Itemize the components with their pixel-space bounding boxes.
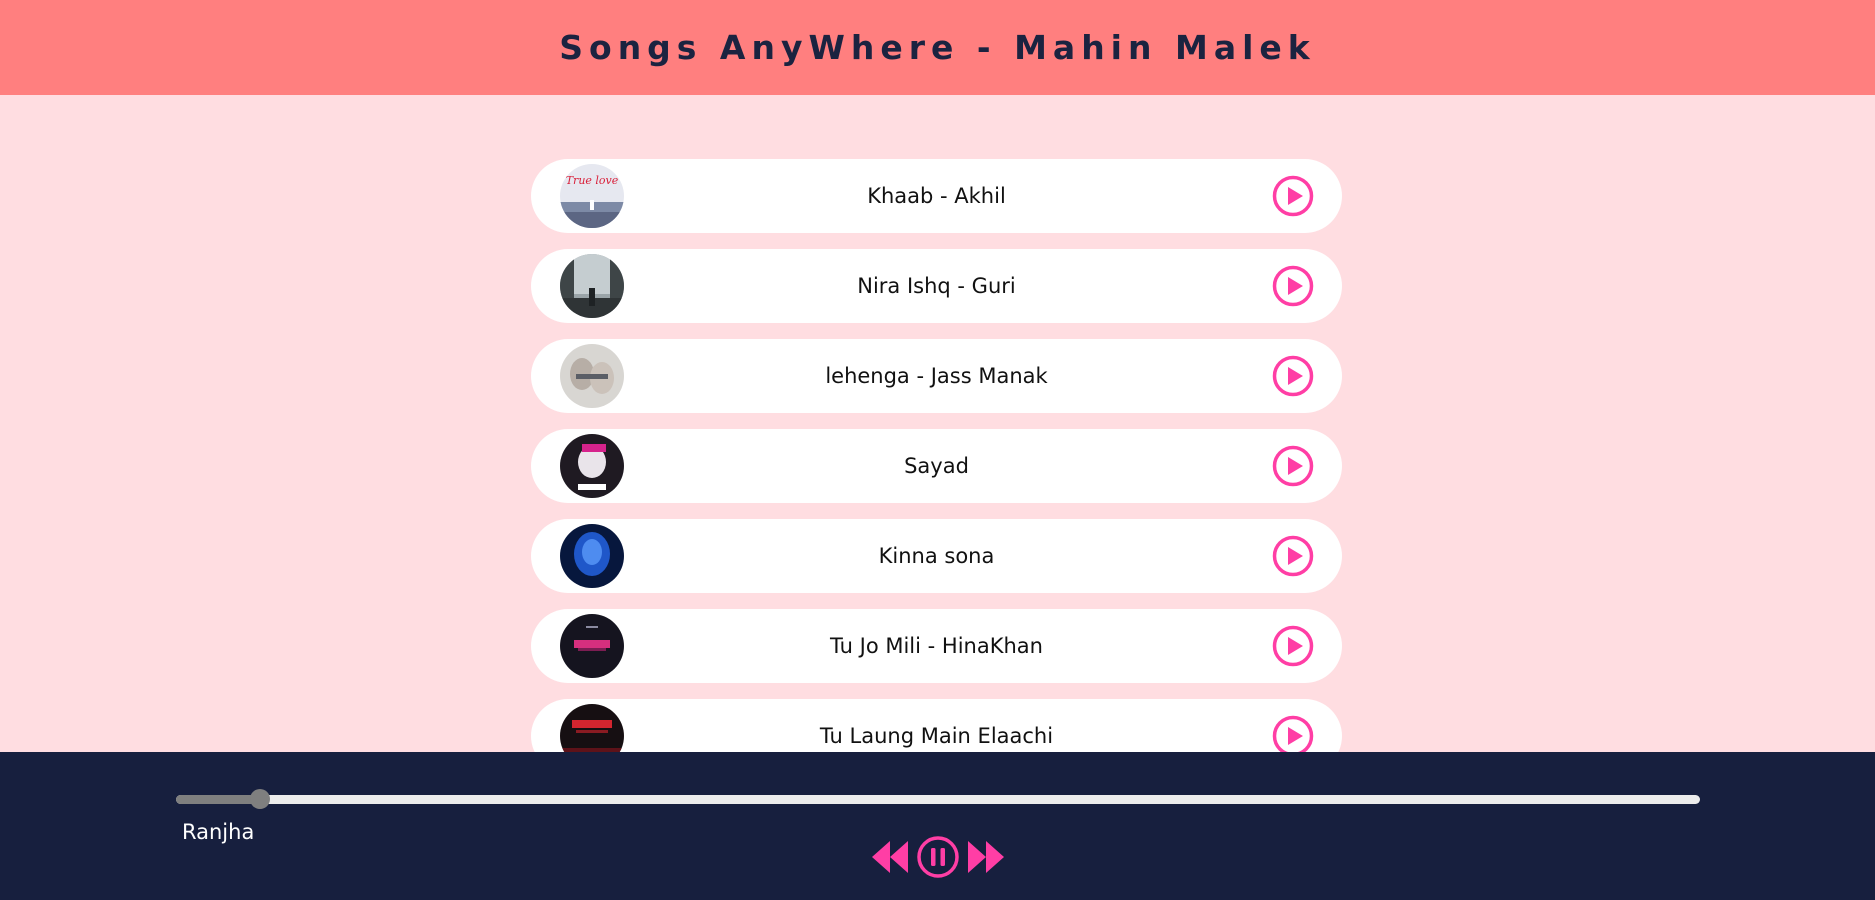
song-item[interactable]: True love Khaab - Akhil: [531, 159, 1342, 233]
next-icon[interactable]: [966, 835, 1006, 883]
previous-icon[interactable]: [870, 835, 910, 883]
pause-icon[interactable]: [916, 835, 960, 883]
play-icon[interactable]: [1272, 535, 1314, 577]
album-cover-blue-face: [560, 524, 624, 588]
progress-handle[interactable]: [249, 789, 270, 809]
song-item[interactable]: Sayad: [531, 429, 1342, 503]
song-title: Nira Ishq - Guri: [857, 274, 1016, 298]
song-item[interactable]: Nira Ishq - Guri: [531, 249, 1342, 323]
song-title: Khaab - Akhil: [867, 184, 1006, 208]
song-item[interactable]: Kinna sona: [531, 519, 1342, 593]
play-icon[interactable]: [1272, 715, 1314, 757]
song-list: True love Khaab - Akhil Nira Ishq - Guri: [531, 159, 1342, 789]
album-cover-neon-car: [560, 614, 624, 678]
app-header: Songs AnyWhere - Mahin Malek: [0, 0, 1875, 95]
song-title: Kinna sona: [878, 544, 995, 568]
album-cover-couple: [560, 344, 624, 408]
album-cover-misty-figure: [560, 254, 624, 318]
play-icon[interactable]: [1272, 355, 1314, 397]
page-title: Songs AnyWhere - Mahin Malek: [559, 28, 1316, 67]
play-icon[interactable]: [1272, 445, 1314, 487]
song-title: lehenga - Jass Manak: [825, 364, 1048, 388]
song-item[interactable]: Tu Jo Mili - HinaKhan: [531, 609, 1342, 683]
song-title: Tu Jo Mili - HinaKhan: [830, 634, 1043, 658]
play-icon[interactable]: [1272, 265, 1314, 307]
play-icon[interactable]: [1272, 175, 1314, 217]
album-cover-true-love: True love: [560, 164, 624, 228]
album-cover-plug-walk: [560, 434, 624, 498]
player-bar: Ranjha: [0, 752, 1875, 900]
progress-slider[interactable]: [176, 789, 1700, 809]
playback-controls: [870, 835, 1005, 879]
svg-text:True love: True love: [566, 174, 619, 187]
play-icon[interactable]: [1272, 625, 1314, 667]
song-title: Sayad: [904, 454, 969, 478]
song-item[interactable]: lehenga - Jass Manak: [531, 339, 1342, 413]
now-playing-title: Ranjha: [182, 820, 255, 844]
progress-fill: [176, 795, 260, 804]
